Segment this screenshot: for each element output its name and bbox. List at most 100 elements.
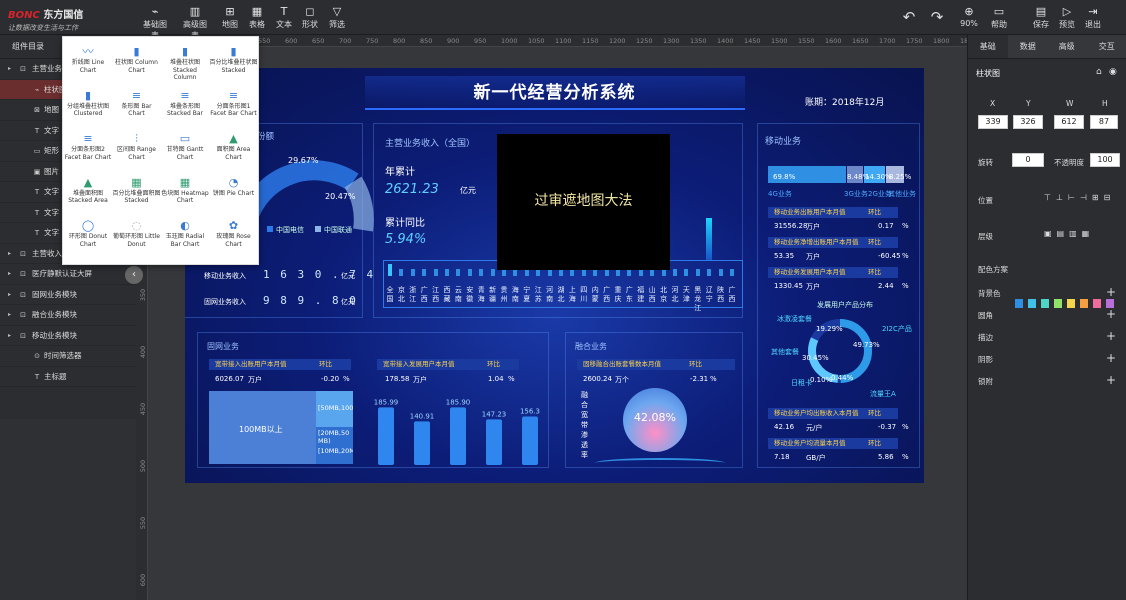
tab-basic[interactable]: 基础 [968,35,1008,59]
tree-item[interactable]: ▸ ⊡ 融合业务模块 [0,305,136,326]
tree-item[interactable]: ⊙ 时间筛选器 [0,346,136,367]
chart-type-option[interactable]: ▲ 堆叠面积图 Stacked Area [64,176,112,205]
chart-type-option[interactable]: ▮ 分组堆叠柱状图 Clustered [64,89,112,118]
distribution-label: 30.45% [802,354,829,362]
shape-button[interactable]: ◻ 形状 [300,5,320,31]
layer-label: 层级 [978,232,993,241]
palette-swatch[interactable] [1041,299,1049,308]
add-icon[interactable]: + [1106,308,1116,320]
expand-arrow-icon[interactable]: ▸ [8,244,16,264]
tree-item[interactable]: ▸ ⊡ 医疗静默认证大屏 [0,264,136,285]
layer-icons[interactable]: ▣▤▥▦ [1044,229,1094,238]
chart-type-option[interactable]: ▮ 百分比堆叠柱状图 Stacked [210,45,258,74]
tree-item[interactable]: T 主标题 [0,367,136,387]
tab-advanced[interactable]: 高级 [1047,35,1087,59]
ruler-number: 850 [420,37,433,45]
expand-arrow-icon[interactable]: ▸ [8,264,16,284]
palette-swatch[interactable] [1054,299,1062,308]
w-input[interactable]: 612 [1054,115,1084,129]
add-icon[interactable]: + [1106,286,1116,298]
advanced-chart-button[interactable]: ▥高级图表 [180,5,210,40]
fixed-bar [414,421,430,465]
map-button[interactable]: ⊞ 地图 [220,5,240,31]
kpi-header-change: 环比 [868,268,881,276]
tree-item-label: 地图 [44,105,59,114]
add-icon[interactable]: + [1106,374,1116,386]
opacity-input[interactable]: 100 [1090,153,1120,167]
dashboard-canvas[interactable]: 新一代经营分析系统 账期：2018年12月 份额 29.67% 20.47% 中… [185,68,924,483]
y-input[interactable]: 326 [1013,115,1043,129]
redo-button[interactable]: ↷ [928,8,946,34]
table-button[interactable]: ▦ 表格 [247,5,267,31]
h-input[interactable]: 87 [1090,115,1118,129]
filter-button[interactable]: ▽ 筛选 [327,5,347,31]
province-label: 辽宁 [705,286,713,303]
palette-swatch[interactable] [1093,299,1101,308]
tab-interaction[interactable]: 交互 [1087,35,1126,59]
add-icon[interactable]: + [1106,330,1116,342]
palette-label: 配色方案 [978,265,1008,274]
y-label: Y [1026,99,1031,108]
ruler-number: 1200 [609,37,626,45]
palette-swatch[interactable] [1015,299,1023,308]
toolbar-label: 形状 [302,20,318,29]
zoom-control[interactable]: ⊕ 90% [958,5,980,31]
chart-type-option[interactable]: ≡ 条形图 Bar Chart [113,89,161,118]
chart-type-option[interactable]: 〰折线图 Line Chart [64,45,112,74]
expand-arrow-icon[interactable]: ▸ [8,326,16,346]
tab-data[interactable]: 数据 [1008,35,1048,59]
kpi-header-label: 移动业务户均出账收入本月值 [774,409,859,417]
chart-type-option[interactable]: ▦ 色块图 Heatmap Chart [161,176,209,205]
save-button[interactable]: ▤ 保存 [1032,5,1050,31]
x-input[interactable]: 339 [978,115,1008,129]
expand-arrow-icon[interactable]: ▸ [8,285,16,305]
chart-type-option[interactable]: ⫶ 区间图 Range Chart [113,132,161,161]
distribution-label: 其他套餐 [771,348,799,356]
chart-type-option[interactable]: ▦ 百分比堆叠面积图 Stacked [113,176,161,205]
tree-item[interactable]: ▸ ⊡ 固网业务模块 [0,285,136,305]
expand-arrow-icon[interactable]: ▸ [8,305,16,325]
chart-type-option[interactable]: ▭ 甘特图 Gantt Chart [161,132,209,161]
chart-type-option[interactable]: ≡ 堆叠条形图 Stacked Bar [161,89,209,118]
tree-item-icon: T [34,229,40,237]
chart-type-option[interactable]: ▲ 面积图 Area Chart [210,132,258,161]
visibility-icon[interactable]: ◉ [1109,67,1117,77]
palette-swatch[interactable] [1028,299,1036,308]
chart-type-option[interactable]: ≡ 分面条形图2 Facet Bar Chart [64,132,112,161]
chart-type-option[interactable]: ◌ 葡萄环形图 Little Donut [113,219,161,248]
chart-type-option[interactable]: ◯ 环形图 Donut Chart [64,219,112,248]
chart-type-option[interactable]: ▮ 堆叠柱状图 Stacked Column [161,45,209,82]
ruler-number: 750 [366,37,379,45]
align-icons[interactable]: ⊤⊥⊢⊣⊞⊟ [1044,193,1115,202]
text-button[interactable]: T 文本 [274,5,294,31]
tree-item[interactable]: ▸ ⊡ 移动业务模块 [0,326,136,346]
chart-type-option[interactable]: ✿ 玫瑰图 Rose Chart [210,219,258,248]
exit-button[interactable]: ⇥ 退出 [1084,5,1102,31]
province-label: 云南 [454,286,462,303]
property-panel: 基础 数据 高级 交互 柱状图 ⌂ ◉ X Y W H 339 326 612 … [967,35,1126,600]
add-icon[interactable]: + [1106,352,1116,364]
help-button[interactable]: ▭ 帮助 [988,5,1010,31]
collapse-panel-button[interactable]: ‹ [125,266,143,284]
preview-button[interactable]: ▷ 预览 [1058,5,1076,31]
fixed-bar [378,407,394,465]
undo-button[interactable]: ↶ [900,8,918,34]
province-bar [513,269,518,276]
kpi-header-change: 环比 [868,439,881,447]
basic-chart-button[interactable]: ⌁基础图表 [140,5,170,40]
expand-arrow-icon[interactable]: ▸ [8,59,16,79]
section-label: 圆角 [978,311,993,320]
palette-swatch[interactable] [1067,299,1075,308]
chart-type-option[interactable]: ◔ 饼图 Pie Chart [210,176,258,198]
tree-item-icon: ⊡ [20,270,26,278]
chart-type-option[interactable]: ◐ 玉珏图 Radial Bar Chart [161,219,209,248]
palette-swatch[interactable] [1080,299,1088,308]
chart-type-option[interactable]: ≡ 分面条形图1 Facet Bar Chart [210,89,258,118]
chart-type-label: 玫瑰图 Rose Chart [216,233,251,248]
rotate-input[interactable]: 0 [1012,153,1044,167]
lock-icon[interactable]: ⌂ [1096,67,1102,77]
distribution-label: 0.44% [831,374,854,382]
ruler-number: 1750 [906,37,923,45]
chart-type-option[interactable]: ▮ 柱状图 Column Chart [113,45,161,74]
kpi-header-change: 环比 [487,360,500,368]
